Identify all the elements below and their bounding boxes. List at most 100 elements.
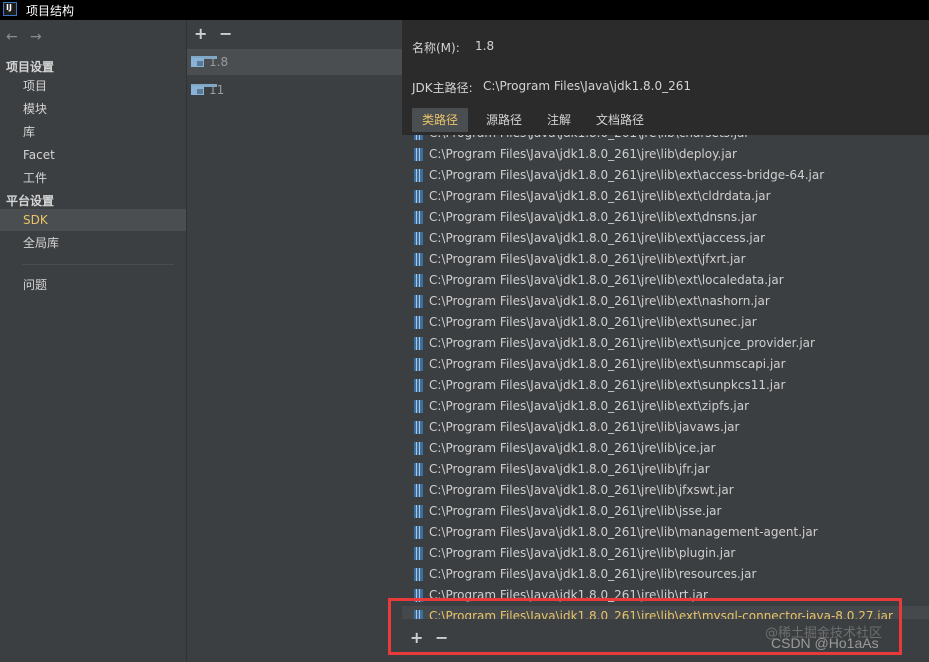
back-arrow-icon[interactable]: ← — [6, 29, 18, 45]
classpath-entry: C:\Program Files\Java\jdk1.8.0_261\jre\l… — [429, 567, 757, 581]
sdk-item-1-8[interactable]: 1.8 — [187, 49, 403, 75]
classpath-entry: C:\Program Files\Java\jdk1.8.0_261\jre\l… — [429, 294, 770, 308]
sidebar-item-global-libraries[interactable]: 全局库 — [0, 232, 186, 254]
project-settings-heading: 项目设置 — [6, 60, 55, 74]
classpath-row[interactable]: C:\Program Files\Java\jdk1.8.0_261\jre\l… — [402, 480, 929, 501]
classpath-row[interactable]: C:\Program Files\Java\jdk1.8.0_261\jre\l… — [402, 228, 929, 249]
classpath-row[interactable]: C:\Program Files\Java\jdk1.8.0_261\jre\l… — [402, 144, 929, 165]
intellij-logo-icon: IJ — [3, 2, 17, 16]
sidebar-item-artifacts[interactable]: 工件 — [0, 167, 186, 189]
jar-icon — [414, 547, 423, 560]
classpath-entry: C:\Program Files\Java\jdk1.8.0_261\jre\l… — [429, 378, 786, 392]
sidebar-divider — [22, 264, 174, 265]
jar-icon — [414, 190, 423, 203]
jar-icon — [414, 169, 423, 182]
classpath-row[interactable]: C:\Program Files\Java\jdk1.8.0_261\jre\l… — [402, 375, 929, 396]
jar-icon — [414, 505, 423, 518]
settings-sidebar: ← → 项目设置 项目 模块 库 Facet 工件 平台设置 SDK 全局库 问… — [0, 20, 186, 662]
jar-icon — [414, 358, 423, 371]
sdk-details-panel: 名称(M): 1.8 JDK主路径: C:\Program Files\Java… — [402, 20, 929, 662]
classpath-row[interactable]: C:\Program Files\Java\jdk1.8.0_261\jre\l… — [402, 165, 929, 186]
jar-icon — [414, 295, 423, 308]
classpath-entry: C:\Program Files\Java\jdk1.8.0_261\jre\l… — [429, 525, 818, 539]
sdk-list-panel: + − 1.8 11 — [186, 20, 403, 662]
jar-icon — [414, 135, 423, 140]
jar-icon — [414, 232, 423, 245]
classpath-entry: C:\Program Files\Java\jdk1.8.0_261\jre\l… — [429, 147, 737, 161]
classpath-row[interactable]: C:\Program Files\Java\jdk1.8.0_261\jre\l… — [402, 135, 929, 144]
forward-arrow-icon[interactable]: → — [30, 29, 42, 45]
jar-icon — [414, 463, 423, 476]
tab-classpath[interactable]: 类路径 — [412, 108, 469, 132]
sidebar-item-project[interactable]: 项目 — [0, 75, 186, 97]
classpath-entry: C:\Program Files\Java\jdk1.8.0_261\jre\l… — [429, 441, 716, 455]
classpath-entry: C:\Program Files\Java\jdk1.8.0_261\jre\l… — [429, 210, 757, 224]
classpath-entry: C:\Program Files\Java\jdk1.8.0_261\jre\l… — [429, 420, 740, 434]
jdk-home-label: JDK主路径: — [412, 81, 473, 95]
jar-icon — [414, 526, 423, 539]
jar-icon — [414, 568, 423, 581]
classpath-row[interactable]: C:\Program Files\Java\jdk1.8.0_261\jre\l… — [402, 501, 929, 522]
classpath-entry: C:\Program Files\Java\jdk1.8.0_261\jre\l… — [429, 135, 749, 140]
classpath-row[interactable]: C:\Program Files\Java\jdk1.8.0_261\jre\l… — [402, 396, 929, 417]
classpath-row[interactable]: C:\Program Files\Java\jdk1.8.0_261\jre\l… — [402, 186, 929, 207]
classpath-entry: C:\Program Files\Java\jdk1.8.0_261\jre\l… — [429, 252, 746, 266]
platform-settings-heading: 平台设置 — [6, 194, 55, 208]
classpath-row[interactable]: C:\Program Files\Java\jdk1.8.0_261\jre\l… — [402, 522, 929, 543]
classpath-row[interactable]: C:\Program Files\Java\jdk1.8.0_261\jre\l… — [402, 417, 929, 438]
classpath-entry: C:\Program Files\Java\jdk1.8.0_261\jre\l… — [429, 399, 749, 413]
sdk-item-11[interactable]: 11 — [187, 77, 403, 103]
classpath-row[interactable]: C:\Program Files\Java\jdk1.8.0_261\jre\l… — [402, 207, 929, 228]
classpath-entry: C:\Program Files\Java\jdk1.8.0_261\jre\l… — [429, 231, 766, 245]
jar-icon — [414, 421, 423, 434]
jar-icon — [414, 148, 423, 161]
jar-icon — [414, 379, 423, 392]
window-title: 项目结构 — [26, 4, 75, 18]
name-field[interactable]: 1.8 — [475, 39, 494, 53]
folder-icon — [191, 56, 217, 67]
jdk-home-field[interactable]: C:\Program Files\Java\jdk1.8.0_261 — [483, 79, 691, 93]
sidebar-item-modules[interactable]: 模块 — [0, 98, 186, 120]
sidebar-item-libraries[interactable]: 库 — [0, 121, 186, 143]
classpath-list[interactable]: C:\Program Files\Java\jdk1.8.0_261\jre\l… — [402, 135, 929, 619]
jar-icon — [414, 337, 423, 350]
jar-icon — [414, 316, 423, 329]
tab-sourcepath[interactable]: 源路径 — [476, 108, 532, 132]
sidebar-item-facets[interactable]: Facet — [0, 144, 186, 166]
classpath-entry: C:\Program Files\Java\jdk1.8.0_261\jre\l… — [429, 504, 722, 518]
classpath-entry: C:\Program Files\Java\jdk1.8.0_261\jre\l… — [429, 546, 736, 560]
jar-icon — [414, 274, 423, 287]
tab-annotations[interactable]: 注解 — [537, 108, 581, 132]
classpath-row[interactable]: C:\Program Files\Java\jdk1.8.0_261\jre\l… — [402, 249, 929, 270]
classpath-row[interactable]: C:\Program Files\Java\jdk1.8.0_261\jre\l… — [402, 312, 929, 333]
add-sdk-button[interactable]: + — [194, 24, 207, 43]
classpath-row[interactable]: C:\Program Files\Java\jdk1.8.0_261\jre\l… — [402, 354, 929, 375]
classpath-row[interactable]: C:\Program Files\Java\jdk1.8.0_261\jre\l… — [402, 459, 929, 480]
remove-sdk-button[interactable]: − — [219, 24, 232, 43]
jar-icon — [414, 400, 423, 413]
classpath-entry: C:\Program Files\Java\jdk1.8.0_261\jre\l… — [429, 336, 815, 350]
classpath-entry: C:\Program Files\Java\jdk1.8.0_261\jre\l… — [429, 273, 784, 287]
folder-icon — [191, 84, 217, 95]
title-bar: IJ 项目结构 — [0, 0, 929, 20]
classpath-entry: C:\Program Files\Java\jdk1.8.0_261\jre\l… — [429, 168, 825, 182]
classpath-entry: C:\Program Files\Java\jdk1.8.0_261\jre\l… — [429, 315, 757, 329]
classpath-entry: C:\Program Files\Java\jdk1.8.0_261\jre\l… — [429, 189, 771, 203]
jar-icon — [414, 211, 423, 224]
jar-icon — [414, 253, 423, 266]
classpath-entry: C:\Program Files\Java\jdk1.8.0_261\jre\l… — [429, 357, 786, 371]
classpath-row[interactable]: C:\Program Files\Java\jdk1.8.0_261\jre\l… — [402, 333, 929, 354]
watermark-csdn: CSDN @Ho1aAs — [771, 635, 879, 651]
sidebar-item-sdk[interactable]: SDK — [0, 209, 186, 231]
classpath-row[interactable]: C:\Program Files\Java\jdk1.8.0_261\jre\l… — [402, 291, 929, 312]
classpath-row[interactable]: C:\Program Files\Java\jdk1.8.0_261\jre\l… — [402, 564, 929, 585]
classpath-row[interactable]: C:\Program Files\Java\jdk1.8.0_261\jre\l… — [402, 270, 929, 291]
jar-icon — [414, 484, 423, 497]
classpath-row[interactable]: C:\Program Files\Java\jdk1.8.0_261\jre\l… — [402, 543, 929, 564]
classpath-entry: C:\Program Files\Java\jdk1.8.0_261\jre\l… — [429, 483, 734, 497]
tab-documentation[interactable]: 文档路径 — [586, 108, 654, 132]
classpath-row[interactable]: C:\Program Files\Java\jdk1.8.0_261\jre\l… — [402, 438, 929, 459]
name-label: 名称(M): — [412, 41, 460, 55]
jar-icon — [414, 442, 423, 455]
sidebar-item-problems[interactable]: 问题 — [0, 274, 186, 296]
